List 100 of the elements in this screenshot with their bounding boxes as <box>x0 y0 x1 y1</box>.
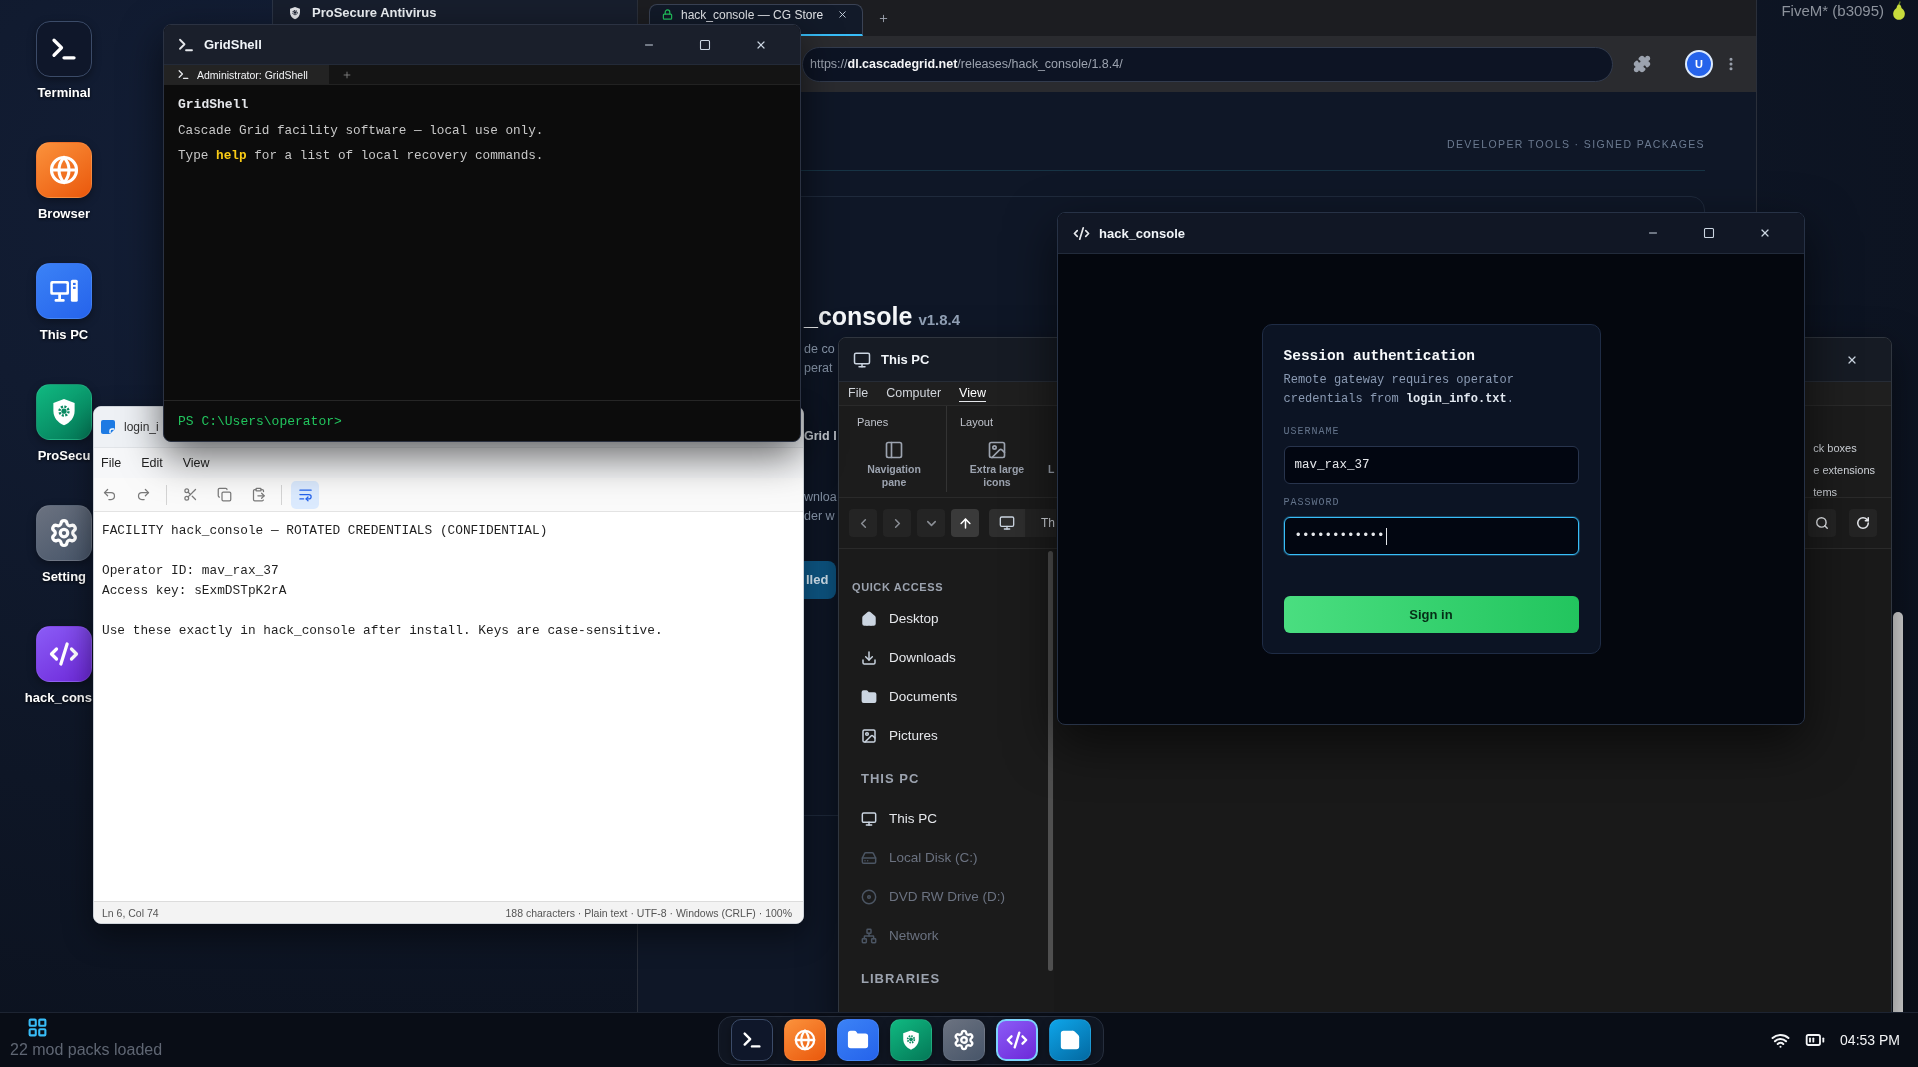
note-icon <box>101 420 115 434</box>
home-icon <box>861 610 877 627</box>
download-icon <box>861 649 877 666</box>
location-button[interactable] <box>989 509 1025 537</box>
undo-icon <box>101 487 117 502</box>
sidebar-item[interactable]: Desktop <box>839 599 1046 638</box>
ribbon-option[interactable]: tems <box>1813 481 1875 503</box>
input-field[interactable]: mav_rax_37 <box>1283 446 1579 484</box>
code-icon <box>1073 224 1090 242</box>
sidebar-item[interactable]: Downloads <box>839 638 1046 677</box>
window-title: GridShell <box>204 37 262 52</box>
network-icon <box>861 927 877 944</box>
image-icon[interactable] <box>987 440 1007 460</box>
action-button[interactable]: lled <box>804 561 837 599</box>
section-heading: THIS PC <box>860 770 921 788</box>
plus-icon[interactable] <box>878 13 889 24</box>
terminal-line: Type help for a list of local recovery commands. <box>178 147 544 165</box>
ribbon-group-label: Layout <box>960 415 995 429</box>
maximize-icon[interactable] <box>699 38 711 51</box>
gear-icon[interactable] <box>943 1019 985 1061</box>
menu-item[interactable]: Edit <box>141 456 163 470</box>
section-heading: QUICK ACCESS <box>851 580 945 595</box>
terminal-tab[interactable]: Administrator: GridShell <box>164 65 329 84</box>
globe-icon[interactable] <box>36 142 92 198</box>
menu-item[interactable]: File <box>101 456 122 470</box>
copy-icon <box>216 487 232 502</box>
window-title: This PC <box>881 352 930 367</box>
ribbon-button[interactable]: L <box>1048 463 1055 476</box>
panel-icon[interactable] <box>884 440 904 460</box>
plus-icon[interactable] <box>342 69 352 80</box>
sidebar-item[interactable]: Documents <box>839 677 1046 716</box>
shield-icon[interactable] <box>890 1019 932 1061</box>
monitor-icon <box>861 810 877 827</box>
address-field[interactable]: https://dl.cascadegrid.net/releases/hack_console/1.8.4/ <box>802 46 1613 82</box>
word-wrap-button[interactable] <box>291 480 319 509</box>
profile-avatar[interactable]: U <box>1685 50 1713 78</box>
page-tagline: DEVELOPER TOOLS · SIGNED PACKAGES <box>1447 137 1705 151</box>
field-label: USERNAME <box>1283 426 1341 438</box>
redo-icon <box>135 487 151 502</box>
status-info: 188 characters · Plain text · UTF-8 · Windows (CRLF) · 100% <box>505 906 792 919</box>
puzzle-icon[interactable] <box>1633 55 1651 73</box>
note-text: wnloa <box>804 489 837 506</box>
clock-text: 04:53 PM <box>1840 1032 1900 1048</box>
disc-icon <box>861 888 877 905</box>
lock-icon <box>662 9 673 20</box>
close-icon[interactable] <box>837 9 848 20</box>
shortcut-label[interactable]: Browser <box>38 206 90 222</box>
sign-in-button[interactable]: Sign in <box>1283 596 1579 633</box>
ribbon-option[interactable]: e extensions <box>1813 459 1875 481</box>
folder-icon[interactable] <box>837 1019 879 1061</box>
note-icon[interactable] <box>1049 1019 1091 1061</box>
window-title: hack_console <box>1099 225 1185 241</box>
shortcut-label[interactable]: Terminal <box>37 85 91 101</box>
refresh-button[interactable] <box>1849 509 1877 537</box>
ribbon-button[interactable]: Navigation pane <box>857 463 931 489</box>
sidebar-item[interactable]: This PC <box>839 799 1046 838</box>
document-line: Access key: sExmDSTpK2rA <box>102 582 288 600</box>
close-icon[interactable] <box>1759 227 1771 239</box>
code-icon[interactable] <box>996 1019 1038 1061</box>
menu-item[interactable]: View <box>959 385 986 402</box>
up-button[interactable] <box>951 509 979 537</box>
refresh-icon <box>1856 516 1870 530</box>
shield-icon[interactable] <box>36 384 92 440</box>
shield-icon <box>288 5 302 20</box>
menu-item[interactable]: View <box>182 456 210 470</box>
terminal-prompt-icon[interactable] <box>731 1019 773 1061</box>
monitor-icon <box>853 350 871 369</box>
shortcut-label[interactable]: This PC <box>39 327 89 343</box>
pear-icon <box>1892 1 1906 20</box>
maximize-icon[interactable] <box>1703 227 1715 239</box>
ribbon-button[interactable]: Extra large icons <box>960 463 1034 489</box>
input-field[interactable]: •••••••••••• <box>1283 517 1579 555</box>
text-cursor <box>1385 527 1387 545</box>
status-text: 22 mod packs loaded <box>10 1041 163 1059</box>
globe-icon[interactable] <box>784 1019 826 1061</box>
description-text: perat <box>804 360 834 377</box>
shortcut-label[interactable]: hack_cons <box>24 690 92 706</box>
scrollbar-thumb[interactable] <box>1047 551 1053 971</box>
search-button[interactable] <box>1808 509 1836 537</box>
terminal-prompt: PS C:\Users\operator> <box>178 413 342 429</box>
page-heading: _console <box>804 302 913 331</box>
folder-icon <box>861 688 877 705</box>
window-title: login_i <box>124 420 159 434</box>
shortcut-label[interactable]: Setting <box>41 569 87 585</box>
image-icon <box>861 727 877 744</box>
menu-item[interactable]: File <box>848 385 869 402</box>
card-title: Session authentication <box>1283 347 1476 366</box>
ribbon-option[interactable]: ck boxes <box>1813 437 1875 459</box>
menu-item[interactable]: Computer <box>886 385 942 402</box>
shortcut-label[interactable]: ProSecu <box>37 448 91 464</box>
sidebar-item[interactable]: Pictures <box>839 716 1046 755</box>
overlay-text: FiveM* (b3095) <box>1781 2 1884 19</box>
gear-icon[interactable] <box>36 505 92 561</box>
document-line: Use these exactly in hack_console after install. Keys are case-sensitive. <box>102 622 664 640</box>
wrap-text-icon <box>297 487 313 502</box>
address-field[interactable]: Th <box>1025 509 1056 537</box>
clipboard-icon <box>250 487 266 502</box>
computer-icon[interactable] <box>36 263 92 319</box>
grid-icon[interactable] <box>27 1017 48 1038</box>
terminal-prompt-icon[interactable] <box>36 21 92 77</box>
